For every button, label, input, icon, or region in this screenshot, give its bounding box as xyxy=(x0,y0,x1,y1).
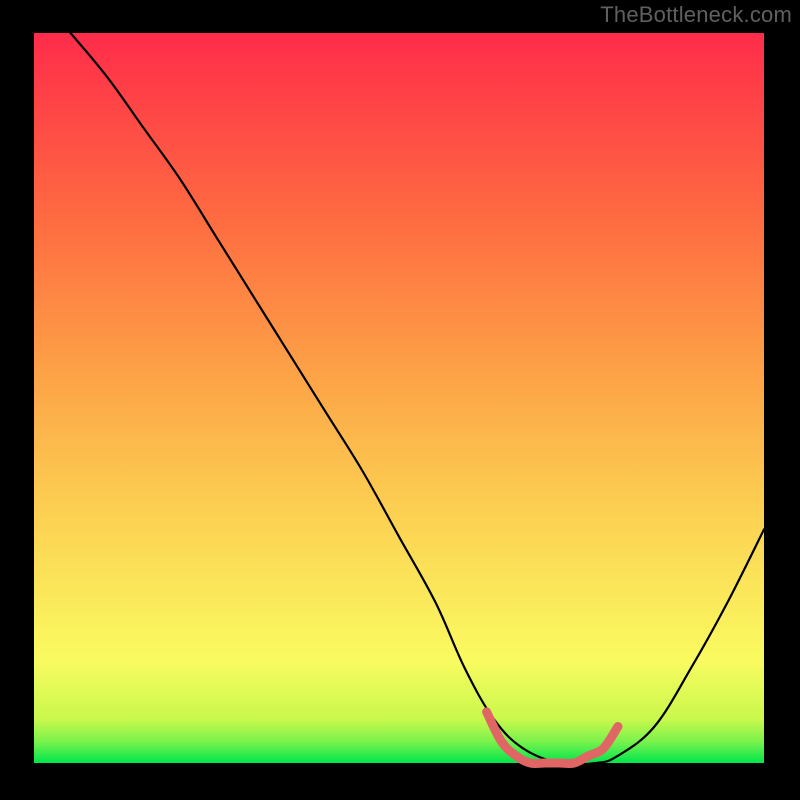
chart-frame: TheBottleneck.com xyxy=(0,0,800,800)
watermark-label: TheBottleneck.com xyxy=(600,2,792,28)
safe-zone-marker xyxy=(487,712,618,764)
chart-svg xyxy=(34,33,764,763)
bottleneck-curve xyxy=(71,33,765,765)
plot-area xyxy=(34,33,764,763)
